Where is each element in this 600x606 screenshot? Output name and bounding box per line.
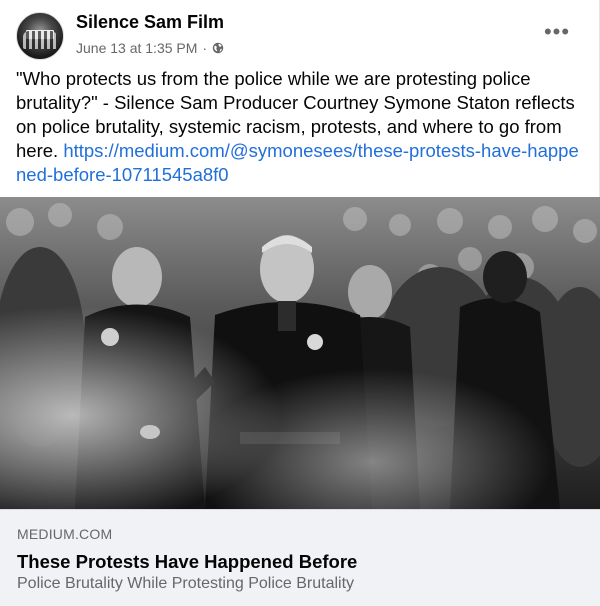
post-body: "Who protects us from the police while w… [16,67,586,187]
post-timestamp[interactable]: June 13 at 1:35 PM [76,40,197,56]
link-title[interactable]: These Protests Have Happened Before [17,551,357,573]
page-avatar[interactable] [16,12,64,60]
post-link[interactable]: https://medium.com/@symonesees/these-pro… [16,140,579,185]
more-options-icon: ••• [543,19,571,44]
globe-icon[interactable] [212,42,224,54]
page-name-link[interactable]: Silence Sam Film [76,12,224,33]
facebook-post: Silence Sam Film June 13 at 1:35 PM · ••… [0,0,600,606]
link-subtitle: Police Brutality While Protesting Police… [17,575,355,592]
protest-photo [0,197,600,509]
link-preview-caption[interactable]: MEDIUM.COM These Protests Have Happened … [0,509,600,606]
more-options-button[interactable]: ••• [543,19,571,44]
link-preview-image[interactable] [0,197,600,509]
link-domain: MEDIUM.COM [17,526,113,542]
post-meta: June 13 at 1:35 PM · [76,40,224,56]
meta-separator: · [202,40,208,56]
